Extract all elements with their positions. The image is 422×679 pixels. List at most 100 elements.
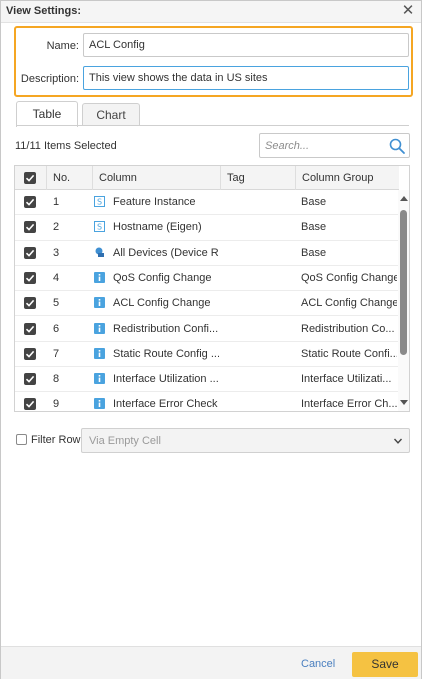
table-row[interactable]: 6 Redistribution Confi... Redistribution C… xyxy=(15,317,399,342)
row-tag[interactable] xyxy=(227,241,295,266)
grid-header: No. Column Tag Column Group xyxy=(15,166,399,190)
row-column-name: QoS Config Change xyxy=(113,271,212,284)
header-select-all[interactable] xyxy=(15,166,47,190)
row-number: 2 xyxy=(53,221,60,234)
header-column-group[interactable]: Column Group xyxy=(296,166,399,190)
cancel-button[interactable]: Cancel xyxy=(301,658,335,670)
search-input[interactable]: Search... xyxy=(259,133,410,158)
row-column-group: Interface Utilizati... xyxy=(301,373,392,386)
device-icon xyxy=(94,247,105,258)
row-tag[interactable] xyxy=(227,291,295,316)
row-number: 5 xyxy=(53,297,60,310)
scroll-down-icon[interactable] xyxy=(400,400,408,405)
filter-row-checkbox[interactable] xyxy=(16,434,27,445)
row-checkbox[interactable] xyxy=(24,196,36,208)
description-field[interactable]: This view shows the data in US sites xyxy=(83,66,409,90)
table-row[interactable]: 9 Interface Error Check Interface Error Ch… xyxy=(15,392,399,411)
row-column-group: Base xyxy=(301,221,327,234)
header-no[interactable]: No. xyxy=(47,166,93,190)
selected-count: 11/11 Items Selected xyxy=(15,140,117,152)
name-field[interactable]: ACL Config xyxy=(83,33,409,57)
row-checkbox[interactable] xyxy=(24,398,36,411)
grid-scrollbar[interactable] xyxy=(398,190,409,411)
table-row[interactable]: 5 ACL Config Change ACL Config Change xyxy=(15,291,399,317)
row-tag[interactable] xyxy=(227,342,295,367)
row-column-group: QoS Config Change xyxy=(301,271,397,284)
tab-table[interactable]: Table xyxy=(16,101,78,127)
row-number: 6 xyxy=(53,322,60,335)
filter-mode-value: Via Empty Cell xyxy=(89,435,161,447)
row-column-group: Redistribution Co... xyxy=(301,322,395,335)
scroll-up-icon[interactable] xyxy=(400,196,408,201)
row-column-group: Base xyxy=(301,196,327,208)
row-number: 4 xyxy=(53,271,60,284)
row-column-name: Feature Instance xyxy=(113,196,196,208)
search-placeholder: Search... xyxy=(265,140,310,152)
s-icon: S xyxy=(94,196,105,207)
row-checkbox[interactable] xyxy=(24,322,36,335)
row-column-group: Base xyxy=(301,246,327,259)
row-column-name: ACL Config Change xyxy=(113,297,211,310)
svg-text:S: S xyxy=(97,198,102,207)
description-label: Description: xyxy=(20,73,79,85)
dialog-footer: Cancel Save xyxy=(1,646,421,679)
info-icon xyxy=(94,322,105,334)
table-row[interactable]: 2 S Hostname (Eigen) Base xyxy=(15,215,399,241)
close-icon[interactable]: ✕ xyxy=(400,2,416,20)
row-column-name: Hostname (Eigen) xyxy=(113,221,202,234)
header-tag[interactable]: Tag xyxy=(221,166,296,190)
row-column-name: Static Route Config ... xyxy=(113,347,219,360)
columns-grid: No. Column Tag Column Group 1 S Feature In… xyxy=(14,165,410,412)
row-checkbox[interactable] xyxy=(24,271,36,284)
dialog-titlebar: View Settings: ✕ xyxy=(1,1,421,23)
filter-mode-select[interactable]: Via Empty Cell xyxy=(81,428,410,453)
tab-divider xyxy=(16,125,409,126)
row-number: 7 xyxy=(53,347,60,360)
row-tag[interactable] xyxy=(227,317,295,342)
row-checkbox[interactable] xyxy=(24,246,36,259)
row-number: 8 xyxy=(53,373,60,386)
row-tag[interactable] xyxy=(227,266,295,291)
row-number: 3 xyxy=(53,246,60,259)
dialog-title: View Settings: xyxy=(6,5,81,17)
info-icon xyxy=(94,347,105,359)
scroll-thumb[interactable] xyxy=(400,210,407,355)
table-row[interactable]: 1 S Feature Instance Base xyxy=(15,190,399,216)
table-row[interactable]: 7 Static Route Config ... Static Route Con… xyxy=(15,342,399,368)
table-row[interactable]: 8 Interface Utilization ... Interface Util… xyxy=(15,367,399,393)
row-column-name: All Devices (Device R... xyxy=(113,246,219,259)
row-checkbox[interactable] xyxy=(24,347,36,360)
chevron-down-icon xyxy=(393,438,403,444)
row-column-name: Redistribution Confi... xyxy=(113,322,219,335)
row-column-group: Static Route Confi... xyxy=(301,347,397,360)
info-icon xyxy=(94,297,105,309)
filter-row-label: Filter Row xyxy=(31,434,81,446)
view-settings-dialog: View Settings: ✕ Name: ACL Config Descri… xyxy=(0,0,422,679)
row-tag[interactable] xyxy=(227,215,295,240)
svg-text:S: S xyxy=(97,223,102,232)
info-icon xyxy=(94,373,105,385)
s-icon: S xyxy=(94,221,105,233)
row-checkbox[interactable] xyxy=(24,373,36,386)
row-column-name: Interface Utilization ... xyxy=(113,373,219,386)
header-column[interactable]: Column xyxy=(93,166,221,190)
row-tag[interactable] xyxy=(227,190,295,215)
info-icon xyxy=(94,271,105,283)
row-column-group: ACL Config Change xyxy=(301,297,397,310)
select-all-checkbox[interactable] xyxy=(24,172,36,184)
row-tag[interactable] xyxy=(227,392,295,411)
row-column-group: Interface Error Ch... xyxy=(301,398,397,411)
name-label: Name: xyxy=(46,40,79,52)
row-checkbox[interactable] xyxy=(24,297,36,310)
save-button[interactable]: Save xyxy=(352,652,418,677)
row-number: 9 xyxy=(53,398,60,411)
row-number: 1 xyxy=(53,196,60,208)
row-tag[interactable] xyxy=(227,367,295,392)
info-icon xyxy=(94,398,105,410)
row-checkbox[interactable] xyxy=(24,221,36,234)
table-row[interactable]: 3 All Devices (Device R... Base xyxy=(15,241,399,266)
search-icon[interactable] xyxy=(388,137,406,155)
tab-chart[interactable]: Chart xyxy=(82,103,140,126)
table-row[interactable]: 4 QoS Config Change QoS Config Change xyxy=(15,266,399,292)
row-column-name: Interface Error Check xyxy=(113,398,218,411)
